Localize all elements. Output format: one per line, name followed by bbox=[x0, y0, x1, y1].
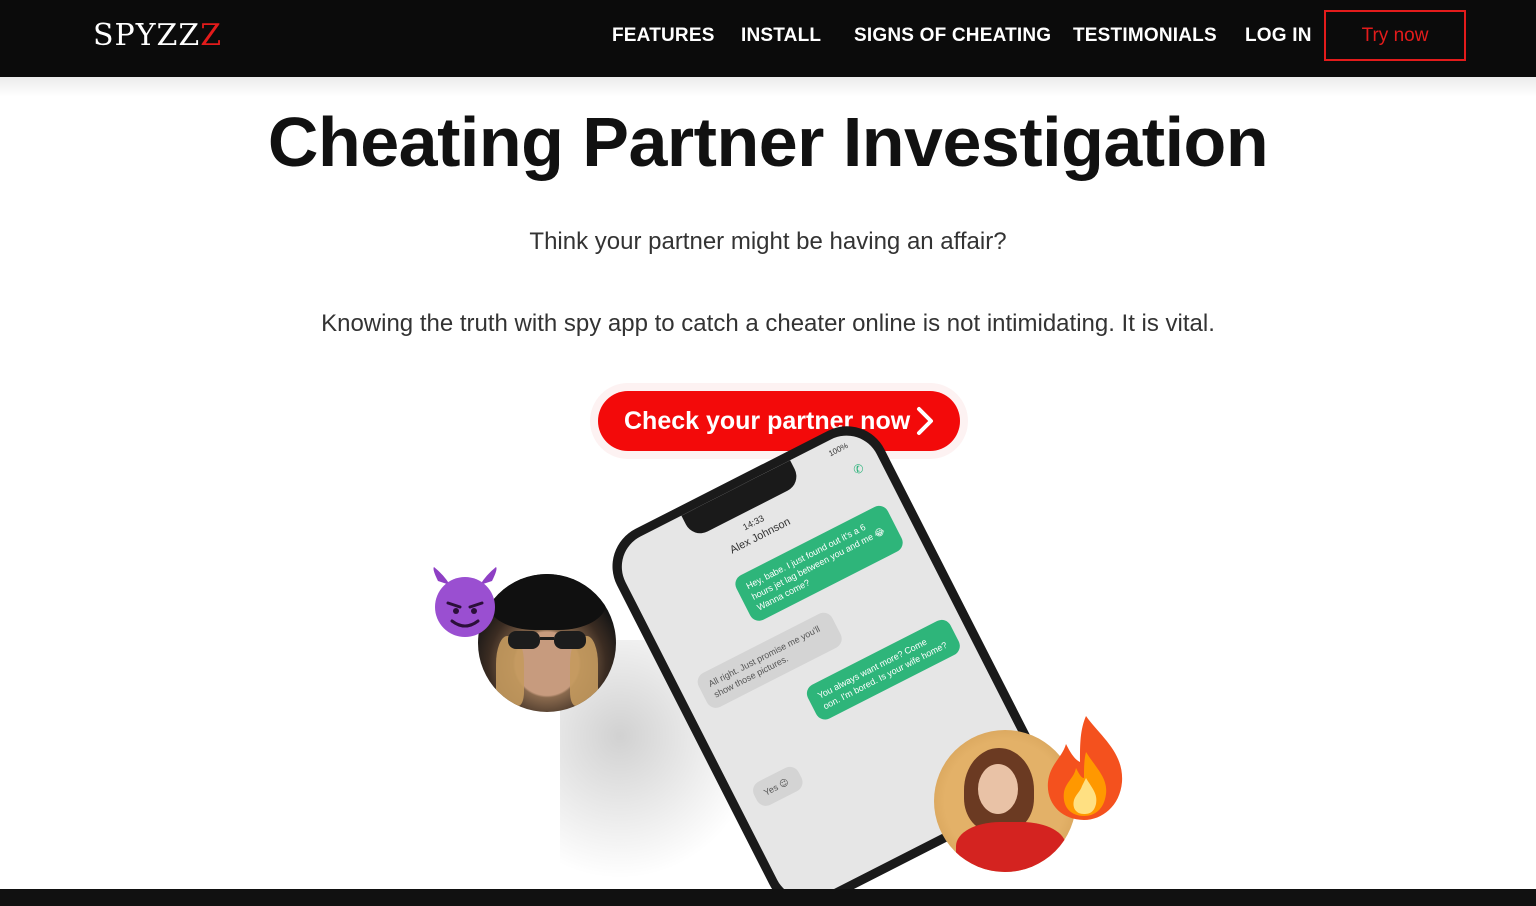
logo-accent-letter: Z bbox=[200, 18, 223, 53]
avatar-hat bbox=[488, 574, 606, 630]
message-bubble-incoming: Yes 😉 bbox=[749, 763, 806, 810]
devil-emoji-icon bbox=[433, 567, 497, 637]
chevron-right-icon bbox=[917, 407, 933, 435]
check-partner-button[interactable]: Check your partner now bbox=[598, 391, 960, 451]
nav-link-signs-of-cheating[interactable]: SIGNS OF CHEATING bbox=[854, 25, 1051, 47]
nav-link-testimonials[interactable]: TESTIMONIALS bbox=[1073, 25, 1217, 47]
hero-subtitle: Think your partner might be having an af… bbox=[529, 228, 1007, 255]
fire-emoji-icon bbox=[1047, 716, 1123, 820]
nav-link-install[interactable]: INSTALL bbox=[741, 25, 821, 47]
navbar-shadow bbox=[0, 77, 1536, 97]
nav-link-login[interactable]: LOG IN bbox=[1245, 25, 1312, 47]
sunglasses-icon bbox=[508, 631, 586, 649]
avatar-shirt bbox=[956, 822, 1066, 872]
try-now-button[interactable]: Try now bbox=[1324, 10, 1466, 61]
footer-bar bbox=[0, 889, 1536, 906]
avatar-face bbox=[978, 764, 1018, 814]
logo-text: SPYZZ bbox=[93, 18, 201, 53]
site-logo[interactable]: SPYZZZ bbox=[93, 18, 222, 53]
top-navbar: SPYZZZ FEATURES INSTALL SIGNS OF CHEATIN… bbox=[0, 0, 1536, 77]
nav-link-features[interactable]: FEATURES bbox=[612, 25, 715, 47]
hero-description: Knowing the truth with spy app to catch … bbox=[321, 310, 1215, 337]
page-title: Cheating Partner Investigation bbox=[267, 103, 1269, 181]
battery-indicator: 100% bbox=[827, 441, 850, 459]
